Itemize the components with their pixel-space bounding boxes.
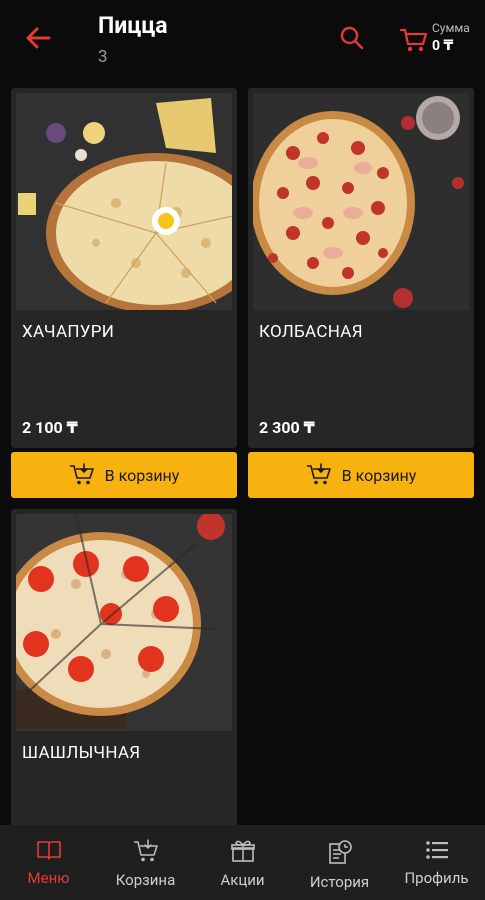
page-title: Пицца [98, 12, 168, 39]
top-bar: Пицца 3 Сумма 0 ₸ [0, 0, 485, 80]
cart-download-icon [69, 463, 94, 485]
nav-label: Профиль [404, 869, 469, 887]
nav-item-promotions[interactable]: Акции [194, 825, 291, 900]
product-image-khachapuri [16, 93, 232, 310]
cart-icon [133, 839, 158, 862]
history-icon [328, 840, 352, 864]
cart-sum-value: 0 ₸ [432, 38, 454, 54]
product-card[interactable]: КОЛБАСНАЯ 2 300 ₸ [248, 88, 474, 448]
product-name: КОЛБАСНАЯ [259, 322, 363, 342]
product-name: ХАЧАПУРИ [22, 322, 115, 342]
gift-icon [230, 840, 255, 862]
product-card[interactable]: ХАЧАПУРИ 2 100 ₸ [11, 88, 237, 448]
product-name: ШАШЛЫЧНАЯ [22, 743, 141, 763]
nav-item-history[interactable]: История [291, 825, 388, 900]
cart-icon [399, 28, 428, 52]
cart-sum-label: Сумма [432, 21, 470, 35]
cart-button[interactable] [398, 24, 430, 56]
app-screen: Пицца 3 Сумма 0 ₸ ХАЧАПУРИ 2 100 ₸ В кор… [0, 0, 485, 900]
back-button[interactable] [22, 22, 54, 54]
product-image-shashlychnaya [16, 514, 232, 731]
add-to-cart-button[interactable]: В корзину [248, 452, 474, 498]
add-to-cart-label: В корзину [341, 465, 417, 485]
search-icon [340, 26, 364, 50]
cart-download-icon [306, 463, 331, 485]
nav-item-cart[interactable]: Корзина [97, 825, 194, 900]
product-price: 2 300 ₸ [259, 418, 315, 437]
nav-label: Корзина [115, 871, 176, 889]
product-card[interactable]: ШАШЛЫЧНАЯ [11, 509, 237, 829]
nav-item-profile[interactable]: Профиль [388, 825, 485, 900]
bottom-navigation: Меню Корзина Акции История Профиль [0, 825, 485, 900]
add-to-cart-button[interactable]: В корзину [11, 452, 237, 498]
book-icon [36, 841, 61, 860]
item-count: 3 [98, 47, 108, 67]
add-to-cart-label: В корзину [104, 465, 180, 485]
nav-label: Акции [220, 871, 265, 889]
nav-label: История [309, 873, 370, 891]
nav-label: Меню [27, 869, 70, 887]
nav-item-menu[interactable]: Меню [0, 825, 97, 900]
list-icon [425, 841, 448, 859]
product-image-kolbasnaya [253, 93, 469, 310]
arrow-left-icon [26, 27, 51, 49]
search-button[interactable] [336, 22, 368, 54]
product-price: 2 100 ₸ [22, 418, 78, 437]
